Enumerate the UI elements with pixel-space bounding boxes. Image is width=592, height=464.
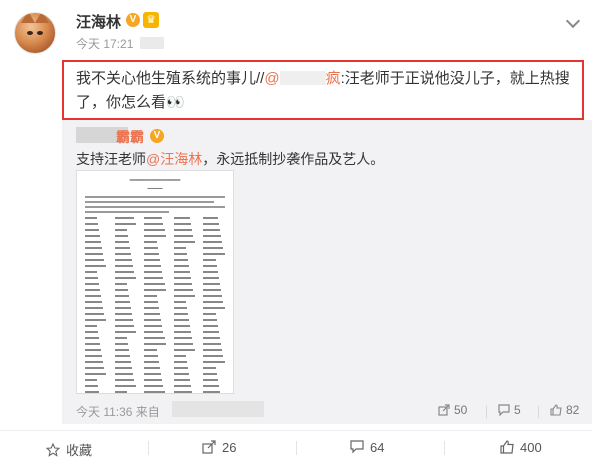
divider [538,406,539,418]
favorite-label: 收藏 [66,443,93,458]
chevron-down-icon[interactable] [565,13,581,29]
original-author-name[interactable]: 霸霸 [116,127,144,147]
forward-button[interactable]: 26 [202,440,236,455]
comment-count: 64 [370,440,385,455]
like-count: 82 [566,403,580,417]
post-time[interactable]: 今天 17:21 [76,35,133,52]
thumbs-up-icon [500,440,514,454]
like-count: 400 [520,440,542,455]
post-action-bar: 收藏 26 64 400 [0,430,592,464]
avatar-ear [21,13,35,23]
divider [444,441,445,455]
document-title-line: ━━━━━━━━━━━━━━ [129,178,181,184]
redacted-source [172,401,264,417]
share-count: 50 [454,403,468,417]
mention-link[interactable]: @汪海林 [146,151,202,167]
original-post: 霸霸 V 支持汪老师@汪海林，永远抵制抄袭作品及艺人。 ━━━━━━━━━━━━… [62,120,592,424]
like-button[interactable]: 400 [500,440,542,455]
document-subtitle-line: ━━━━━ [147,186,163,192]
avatar[interactable] [14,12,56,54]
document-image[interactable]: ━━━━━━━━━━━━━━ ━━━━━ [76,170,234,394]
eyes-emoji-icon: 👀 [166,94,185,111]
mention-at: @ [264,70,280,87]
original-text-suffix: ，永远抵制抄袭作品及艺人。 [202,151,385,167]
divider [486,406,487,418]
verified-icon: V [126,13,140,27]
comment-count: 5 [514,403,521,417]
share-icon [202,440,216,454]
mention-link[interactable]: @ 疯 [264,70,340,87]
original-post-time[interactable]: 今天 11:36 来自 [76,403,160,420]
divider [296,441,297,455]
original-share-button[interactable]: 50 [438,403,467,417]
divider [148,441,149,455]
comment-icon [350,440,364,454]
star-icon [46,443,60,457]
author-name[interactable]: 汪海林 [76,11,121,32]
original-text-prefix: 支持汪老师 [76,151,146,167]
original-comment-button[interactable]: 5 [498,403,521,417]
forward-count: 26 [222,440,237,455]
avatar-eye [37,31,43,35]
comment-button[interactable]: 64 [350,440,384,455]
avatar-eye [27,31,33,35]
favorite-button[interactable]: 收藏 [46,440,92,459]
original-text: 支持汪老师@汪海林，永远抵制抄袭作品及艺人。 [76,149,384,169]
original-like-button[interactable]: 82 [550,403,579,417]
comment-icon [498,404,510,416]
member-crown-icon: ♛ [143,12,159,28]
post-header: 汪海林 V ♛ 今天 17:21 [0,0,592,60]
thumbs-up-icon [550,404,562,416]
avatar-ear [35,13,49,23]
share-icon [438,404,450,416]
redacted-source [140,37,164,49]
repost-text: 我不关心他生殖系统的事儿//@ 疯:汪老师于正说他没儿子，就上热搜了，你怎么看👀 [62,60,584,120]
document-paragraph [85,196,225,213]
mention-tail: 疯 [325,70,341,87]
verified-icon: V [150,129,164,143]
repost-text-prefix: 我不关心他生殖系统的事儿// [76,70,265,87]
redacted-username [279,71,326,85]
document-name-grid [85,217,225,393]
